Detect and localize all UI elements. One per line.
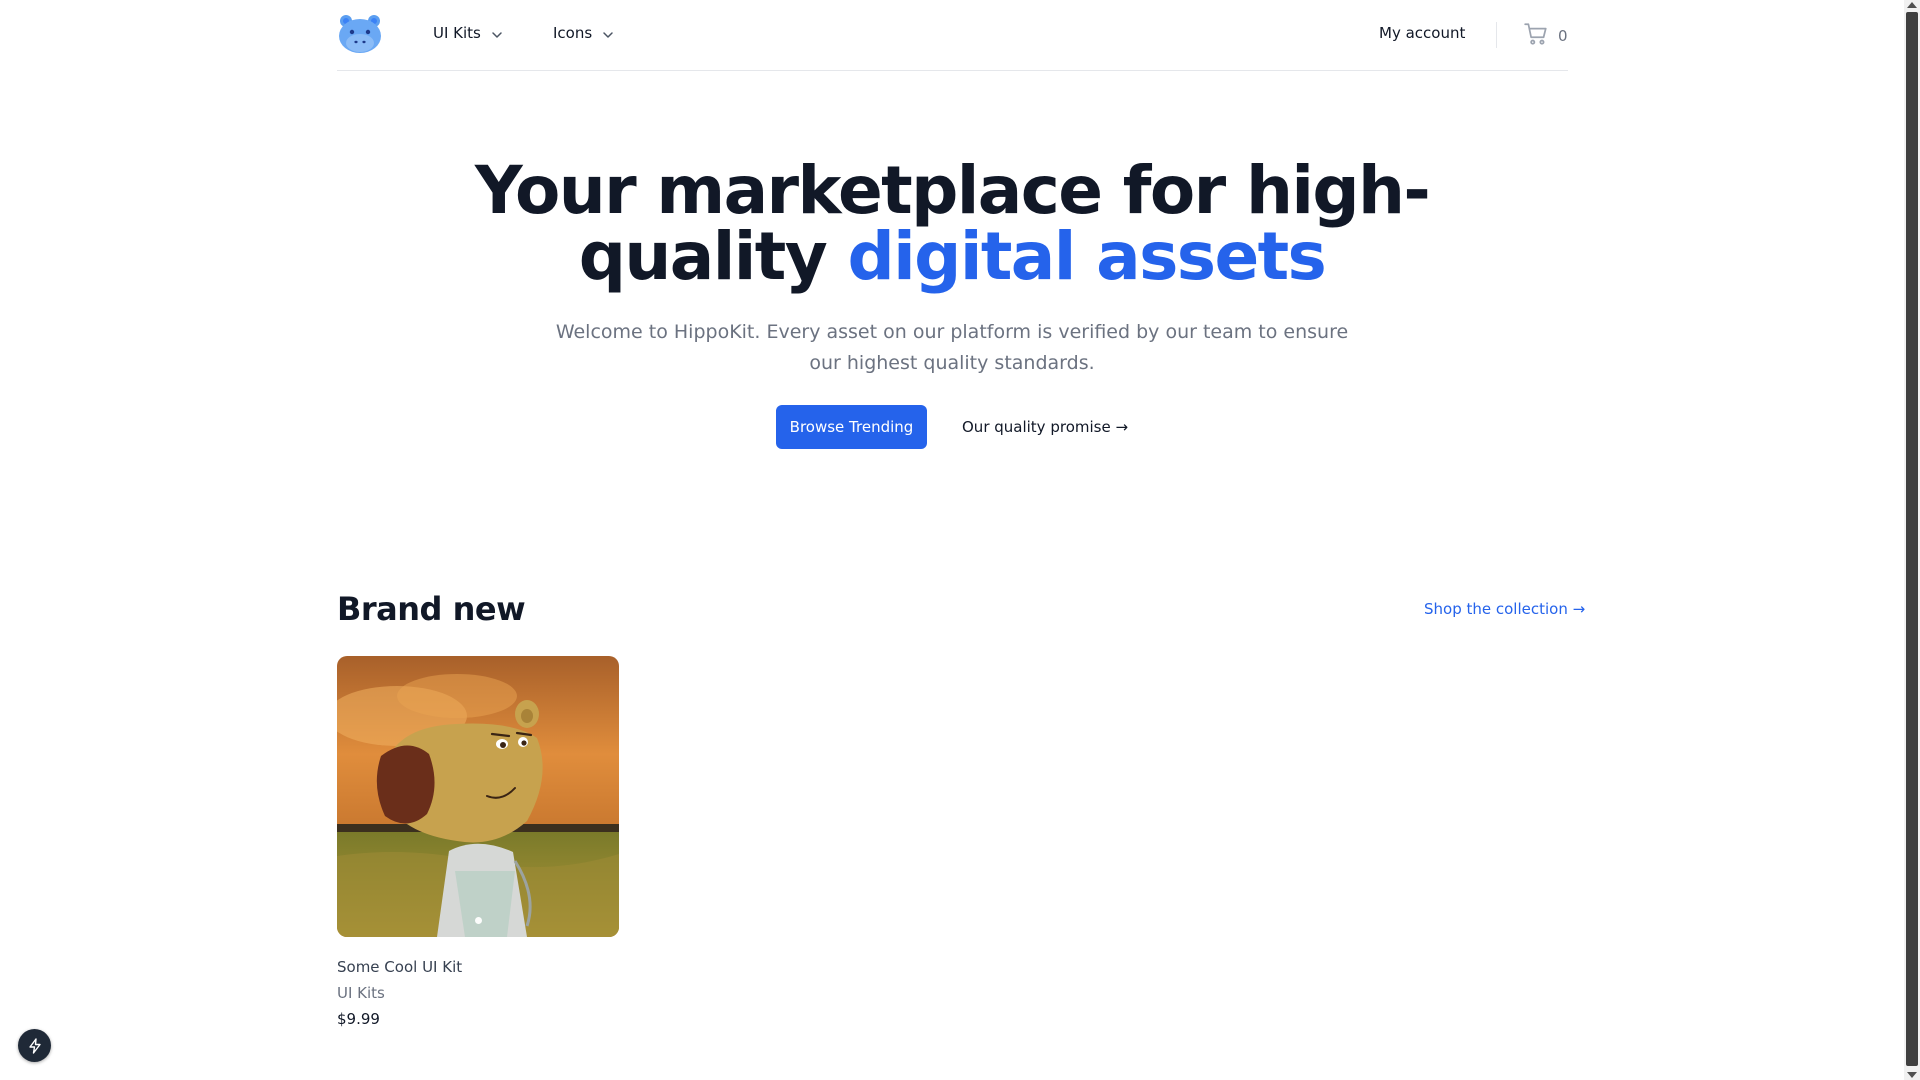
nav-ui-kits-label: UI Kits — [433, 24, 481, 42]
header-divider — [1496, 22, 1497, 48]
product-category: UI Kits — [337, 984, 385, 1002]
cart-button[interactable]: 0 — [1523, 21, 1568, 51]
product-card[interactable]: Some Cool UI Kit UI Kits $9.99 — [337, 656, 619, 1028]
product-price: $9.99 — [337, 1010, 380, 1028]
brand-new-title: Brand new — [337, 590, 526, 628]
nav-ui-kits[interactable]: UI Kits — [433, 24, 503, 42]
page: UI Kits Icons My account 0 Your marketpl… — [0, 0, 1904, 1080]
scroll-down-arrow-icon[interactable] — [1907, 1072, 1917, 1078]
shop-collection-link[interactable]: Shop the collection → — [1424, 600, 1585, 618]
scrollbar-thumb[interactable] — [1906, 12, 1918, 1066]
nav-icons[interactable]: Icons — [553, 24, 614, 42]
browse-trending-button[interactable]: Browse Trending — [776, 405, 927, 449]
hippo-logo-icon[interactable] — [337, 13, 383, 55]
lightning-icon[interactable] — [18, 1029, 51, 1062]
hero-subtitle: Welcome to HippoKit. Every asset on our … — [555, 321, 1349, 374]
site-header: UI Kits Icons My account 0 — [337, 0, 1568, 71]
image-carousel-dots — [337, 917, 619, 924]
my-account-link[interactable]: My account — [1379, 24, 1465, 42]
scroll-up-arrow-icon[interactable] — [1907, 2, 1917, 8]
chevron-down-icon — [602, 27, 614, 39]
quality-promise-link[interactable]: Our quality promise → — [962, 418, 1128, 436]
product-name: Some Cool UI Kit — [337, 958, 463, 976]
nav-icons-label: Icons — [553, 24, 593, 42]
vertical-scrollbar[interactable] — [1904, 0, 1920, 1080]
cart-count: 0 — [1558, 27, 1568, 45]
carousel-dot[interactable] — [474, 917, 482, 924]
hero-title-accent: digital assets — [847, 218, 1327, 295]
hero-title: Your marketplace for high-quality digita… — [440, 158, 1464, 290]
product-image[interactable] — [337, 656, 619, 937]
cart-icon — [1523, 21, 1549, 51]
chevron-down-icon — [491, 27, 503, 39]
